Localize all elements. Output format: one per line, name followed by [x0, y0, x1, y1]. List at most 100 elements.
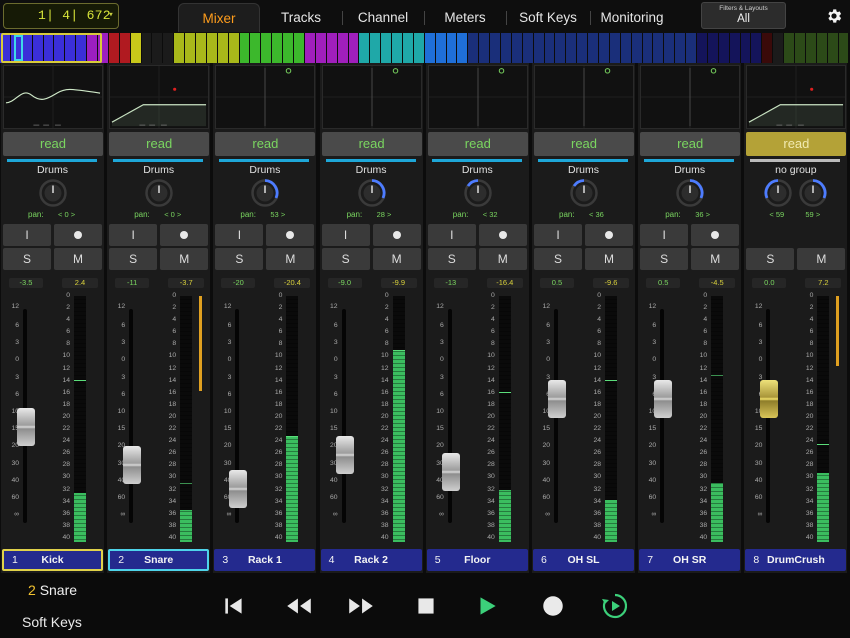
overview-track-cell[interactable]: [751, 33, 763, 63]
volume-readout[interactable]: -20: [221, 278, 256, 288]
overview-track-cell[interactable]: [402, 33, 414, 63]
input-monitor-button[interactable]: I: [3, 224, 51, 246]
overview-track-cell[interactable]: [108, 33, 120, 63]
group-label[interactable]: Drums: [213, 164, 316, 176]
overview-track-cell[interactable]: [522, 33, 534, 63]
automation-mode-button[interactable]: read: [534, 132, 634, 156]
pan-knob[interactable]: [464, 179, 492, 207]
overview-track-cell[interactable]: [348, 33, 360, 63]
tab-channel[interactable]: Channel: [342, 3, 424, 32]
overview-track-cell[interactable]: [816, 33, 828, 63]
solo-button[interactable]: S: [534, 248, 582, 270]
record-arm-button[interactable]: [266, 224, 315, 246]
volume-readout[interactable]: -9.0: [327, 278, 362, 288]
tab-soft-keys[interactable]: Soft Keys: [506, 3, 590, 32]
overview-track-cell[interactable]: [294, 33, 305, 63]
volume-readout[interactable]: -13: [433, 278, 468, 288]
solo-button[interactable]: S: [215, 248, 264, 270]
overview-track-cell[interactable]: [838, 33, 850, 63]
track-name-button[interactable]: 8 DrumCrush: [745, 549, 847, 571]
overview-track-cell[interactable]: [740, 33, 752, 63]
overview-track-cell[interactable]: [500, 33, 512, 63]
fader-handle[interactable]: [441, 452, 460, 491]
overview-track-cell[interactable]: [119, 33, 131, 63]
overview-track-cell[interactable]: [239, 33, 251, 63]
record-arm-button[interactable]: [585, 224, 633, 246]
fader-handle[interactable]: [229, 469, 248, 508]
peak-readout[interactable]: 7.2: [805, 278, 842, 288]
track-name-button[interactable]: 7 OH SR: [639, 549, 741, 571]
overview-track-cell[interactable]: [163, 33, 175, 63]
overview-track-cell[interactable]: [533, 33, 545, 63]
overview-track-cell[interactable]: [435, 33, 447, 63]
overview-track-cell[interactable]: [490, 33, 501, 63]
mute-button[interactable]: M: [266, 248, 315, 270]
overview-track-cell[interactable]: [392, 33, 403, 63]
fader-handle[interactable]: [335, 435, 354, 474]
gear-icon[interactable]: [825, 7, 843, 25]
eq-display[interactable]: [109, 65, 210, 129]
overview-track-cell[interactable]: [718, 33, 730, 63]
record-arm-button[interactable]: [54, 224, 102, 246]
record-arm-button[interactable]: [160, 224, 209, 246]
fader-track[interactable]: [129, 309, 134, 523]
overview-track-cell[interactable]: [152, 33, 164, 63]
input-monitor-button[interactable]: I: [215, 224, 264, 246]
track-name-button[interactable]: 2 Snare: [108, 549, 210, 571]
pan-knob[interactable]: [251, 179, 280, 207]
pan-knob[interactable]: [676, 179, 704, 207]
eq-display[interactable]: [746, 65, 847, 129]
overview-track-cell[interactable]: [620, 33, 632, 63]
solo-button[interactable]: S: [640, 248, 689, 270]
volume-readout[interactable]: 0.5: [646, 278, 681, 288]
mute-button[interactable]: M: [478, 248, 527, 270]
tab-meters[interactable]: Meters: [424, 3, 506, 32]
overview-track-cell[interactable]: [468, 33, 480, 63]
automation-mode-button[interactable]: read: [215, 132, 316, 156]
volume-readout[interactable]: -3.5: [9, 278, 43, 288]
record-arm-button[interactable]: [691, 224, 740, 246]
overview-track-cell[interactable]: [827, 33, 839, 63]
eq-display[interactable]: [3, 65, 103, 129]
filters-layouts-button[interactable]: Filters & Layouts All: [701, 2, 786, 29]
input-monitor-button[interactable]: I: [321, 224, 370, 246]
peak-readout[interactable]: -9.9: [380, 278, 417, 288]
overview-track-cell[interactable]: [413, 33, 425, 63]
overview-track-cell[interactable]: [762, 33, 774, 63]
group-label[interactable]: no group: [744, 164, 847, 176]
track-name-button[interactable]: 5 Floor: [426, 549, 528, 571]
eq-display[interactable]: [215, 65, 316, 129]
overview-track-cell[interactable]: [141, 33, 153, 63]
tab-mixer[interactable]: Mixer: [178, 3, 260, 32]
input-monitor-button[interactable]: I: [640, 224, 689, 246]
play-icon[interactable]: [474, 593, 500, 619]
fast-forward-icon[interactable]: [346, 593, 376, 619]
overview-track-cell[interactable]: [577, 33, 589, 63]
group-label[interactable]: Drums: [426, 164, 529, 176]
track-name-button[interactable]: 4 Rack 2: [320, 549, 422, 571]
group-label[interactable]: Drums: [638, 164, 741, 176]
fader-handle[interactable]: [760, 379, 779, 418]
pan-knob[interactable]: [357, 179, 386, 207]
stop-icon[interactable]: [413, 593, 439, 619]
automation-mode-button[interactable]: read: [640, 132, 741, 156]
overview-track-cell[interactable]: [174, 33, 186, 63]
overview-track-cell[interactable]: [424, 33, 436, 63]
fader-handle[interactable]: [123, 446, 142, 485]
volume-readout[interactable]: 0.0: [752, 278, 787, 288]
input-monitor-button[interactable]: I: [534, 224, 582, 246]
overview-track-cell[interactable]: [642, 33, 654, 63]
group-label[interactable]: Drums: [1, 164, 104, 176]
overview-track-cell[interactable]: [261, 33, 273, 63]
eq-display[interactable]: [427, 65, 528, 129]
overview-track-cell[interactable]: [457, 33, 469, 63]
track-name-button[interactable]: 1 Kick: [2, 549, 103, 571]
overview-track-cell[interactable]: [130, 33, 142, 63]
overview-track-cell[interactable]: [805, 33, 817, 63]
overview-track-cell[interactable]: [566, 33, 578, 63]
overview-track-cell[interactable]: [707, 33, 719, 63]
record-arm-button[interactable]: [478, 224, 527, 246]
peak-readout[interactable]: -9.6: [593, 278, 629, 288]
pan-knob[interactable]: [570, 179, 598, 207]
mute-button[interactable]: M: [691, 248, 740, 270]
